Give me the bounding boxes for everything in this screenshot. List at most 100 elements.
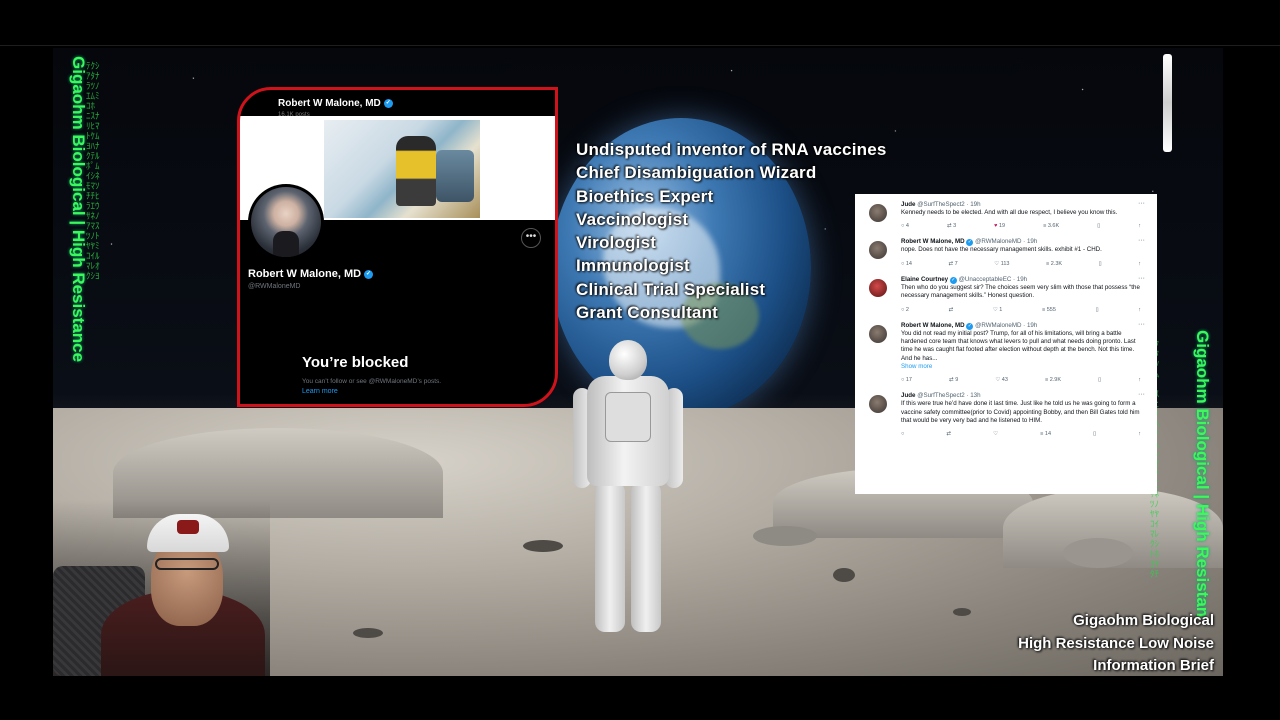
share-icon[interactable]: ↑ <box>1138 377 1141 383</box>
bookmark-icon[interactable]: ▯ <box>1099 261 1102 267</box>
views-action[interactable]: ≡ 3.6K <box>1043 223 1059 229</box>
profile-header-name: Robert W Malone, MD <box>278 98 381 109</box>
reply-item[interactable]: ··· Elaine Courtney ✓ @UnacceptableEC · … <box>863 275 1149 313</box>
reply-author[interactable]: Robert W Malone, MD <box>901 322 965 329</box>
reply-icon: ○ <box>901 306 905 313</box>
like-count: 1 <box>999 306 1003 313</box>
repost-count: 9 <box>955 377 959 384</box>
more-options-icon[interactable]: ··· <box>1138 391 1145 398</box>
views-icon: ≡ <box>1041 306 1046 313</box>
reply-author[interactable]: Jude <box>901 392 915 399</box>
repost-action[interactable]: ⇄ <box>946 431 951 437</box>
astronaut-leg-right <box>631 482 661 632</box>
verified-badge-icon: ✓ <box>364 269 374 279</box>
rock <box>833 568 855 582</box>
banner-illustration <box>324 120 480 218</box>
share-icon[interactable]: ↑ <box>1138 261 1141 267</box>
like-action[interactable]: ♡ <box>993 431 998 437</box>
reply-icon: ○ <box>901 431 905 438</box>
like-count: 43 <box>1001 377 1008 384</box>
share-icon[interactable]: ↑ <box>1138 431 1141 437</box>
learn-more-link[interactable]: Learn more <box>302 388 338 395</box>
reply-item[interactable]: ··· Robert W Malone, MD ✓ @RWMaloneMD · … <box>863 237 1149 267</box>
reply-action[interactable]: ○ <box>901 431 904 437</box>
views-action[interactable]: ≡ 2.9K <box>1045 377 1061 383</box>
more-options-icon[interactable]: ··· <box>1138 321 1145 328</box>
reply-header: Elaine Courtney ✓ @UnacceptableEC · 19h <box>889 275 1149 284</box>
reply-action[interactable]: ○ 2 <box>901 307 909 313</box>
reply-author[interactable]: Elaine Courtney <box>901 276 948 283</box>
credential-line: Vaccinologist <box>576 209 689 229</box>
bookmark-icon[interactable]: ▯ <box>1097 223 1100 229</box>
verified-badge-icon: ✓ <box>966 322 974 330</box>
avatar[interactable] <box>869 395 887 414</box>
repost-action[interactable]: ⇄ <box>949 307 954 313</box>
like-action[interactable]: ♡ 113 <box>994 261 1009 267</box>
reply-action[interactable]: ○ 17 <box>901 377 912 383</box>
views-count: 3.6K <box>1047 223 1060 230</box>
repost-action[interactable]: ⇄ 3 <box>947 223 956 229</box>
share-icon[interactable]: ↑ <box>1138 223 1141 229</box>
avatar[interactable] <box>869 278 887 297</box>
rock <box>953 608 971 616</box>
reply-text: nope. Does not have the necessary manage… <box>901 246 1102 254</box>
views-action[interactable]: ≡ 555 <box>1042 307 1056 313</box>
rock <box>753 526 817 546</box>
reply-author[interactable]: Robert W Malone, MD <box>901 238 965 245</box>
bookmark-icon[interactable]: ▯ <box>1093 431 1096 437</box>
avatar[interactable] <box>869 324 887 343</box>
astronaut-helmet <box>609 340 647 380</box>
reply-action[interactable]: ○ 4 <box>901 223 909 229</box>
reply-actions: ○ 14 ⇄ 7 ♡ 113 ≡ 2.3K ▯ ↑ <box>889 255 1149 267</box>
avatar[interactable] <box>869 241 887 260</box>
reply-meta: @SurfTheSpect2 · 19h <box>917 201 981 208</box>
show-more-link[interactable]: Show more <box>889 363 1149 371</box>
credential-line: Grant Consultant <box>576 303 719 323</box>
repost-action[interactable]: ⇄ 9 <box>949 377 958 383</box>
share-icon[interactable]: ↑ <box>1138 307 1141 313</box>
brand-line: Information Brief <box>1093 657 1214 674</box>
more-options-icon[interactable]: ··· <box>1138 237 1145 244</box>
heart-icon: ♡ <box>995 377 1001 384</box>
repost-icon: ⇄ <box>946 223 952 230</box>
reply-meta: @UnacceptableEC · 19h <box>958 275 1028 283</box>
profile-name: Robert W Malone, MD <box>248 268 362 280</box>
banner-seat <box>436 150 474 202</box>
more-options-icon[interactable]: ••• <box>521 228 541 248</box>
bookmark-icon[interactable]: ▯ <box>1098 377 1101 383</box>
views-count: 2.9K <box>1049 377 1062 384</box>
views-action[interactable]: ≡ 14 <box>1040 431 1051 437</box>
heart-icon: ♡ <box>994 260 1000 267</box>
repost-action[interactable]: ⇄ 7 <box>949 261 958 267</box>
like-count: 113 <box>1000 260 1010 267</box>
views-action[interactable]: ≡ 2.3K <box>1046 261 1062 267</box>
reply-count: 14 <box>905 260 912 267</box>
like-action[interactable]: ♡ 43 <box>995 377 1008 383</box>
profile-avatar[interactable] <box>248 184 324 260</box>
astronaut <box>573 340 683 670</box>
reply-action[interactable]: ○ 14 <box>901 261 912 267</box>
reply-text: You did not read my initial post? Trump,… <box>901 329 1136 362</box>
rock <box>523 540 563 552</box>
views-count: 555 <box>1046 306 1056 313</box>
reply-item[interactable]: ··· Robert W Malone, MD ✓ @RWMaloneMD · … <box>863 321 1149 383</box>
rock <box>353 628 383 638</box>
reply-meta: @RWMaloneMD · 19h <box>975 321 1038 329</box>
reply-item[interactable]: ··· Jude @SurfTheSpect2 · 19h Kennedy ne… <box>863 200 1149 229</box>
scrollbar-handle[interactable] <box>1163 54 1172 152</box>
rock <box>1063 538 1133 568</box>
bookmark-icon[interactable]: ▯ <box>1096 307 1099 313</box>
reply-item[interactable]: ··· Jude @SurfTheSpect2 · 13h If this we… <box>863 391 1149 437</box>
more-options-icon[interactable]: ··· <box>1138 200 1145 207</box>
verified-badge-icon: ✓ <box>383 99 393 108</box>
reply-count: 2 <box>905 306 909 313</box>
views-count: 2.3K <box>1050 260 1063 267</box>
like-action[interactable]: ♥ 19 <box>994 223 1005 229</box>
avatar[interactable] <box>869 204 887 222</box>
repost-icon: ⇄ <box>948 260 954 267</box>
like-action[interactable]: ♡ 1 <box>993 307 1003 313</box>
repost-icon: ⇄ <box>946 431 952 438</box>
reply-author[interactable]: Jude <box>901 201 915 208</box>
reply-count: 4 <box>905 223 909 230</box>
more-options-icon[interactable]: ··· <box>1138 275 1145 282</box>
